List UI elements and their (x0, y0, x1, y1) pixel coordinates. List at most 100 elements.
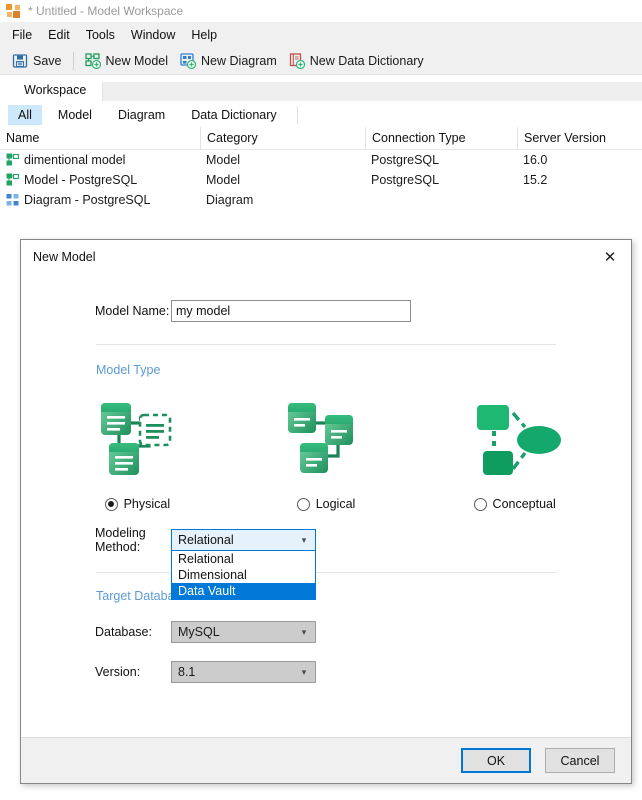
workspace-object-list: Name Category Connection Type Server Ver… (0, 127, 642, 210)
filter-tab-bar: All Model Diagram Data Dictionary (0, 102, 642, 127)
table-header-row: Name Category Connection Type Server Ver… (0, 127, 642, 150)
database-value: MySQL (178, 625, 220, 639)
filter-tab-separator (296, 105, 298, 124)
physical-model-icon (101, 403, 172, 475)
radio-label-logical: Logical (315, 497, 356, 511)
column-header-name[interactable]: Name (0, 127, 200, 149)
database-label: Database: (95, 625, 152, 639)
dialog-titlebar: New Model ✕ (21, 240, 631, 274)
menu-item-tools[interactable]: Tools (78, 25, 123, 45)
radio-conceptual[interactable] (473, 497, 487, 511)
cell-category: Model (206, 153, 241, 167)
tab-strip-filler (102, 82, 642, 102)
cell-server-version: 15.2 (523, 173, 548, 187)
chevron-down-icon: ▾ (301, 666, 307, 677)
floppy-disk-save-icon (12, 53, 28, 68)
model-node-icon (6, 173, 20, 186)
database-combobox[interactable]: MySQL ▾ (171, 621, 316, 643)
model-type-option-logical[interactable]: Logical (232, 391, 421, 511)
cell-connection-type: PostgreSQL (371, 173, 440, 187)
diagram-node-icon (6, 194, 19, 206)
model-node-icon (6, 153, 20, 166)
cell-connection-type (365, 190, 517, 210)
cell-name-text: Model - PostgreSQL (24, 173, 138, 187)
new-diagram-button[interactable]: New Diagram (174, 51, 283, 71)
new-model-dialog: New Model ✕ Model Name: my model Model T… (20, 239, 632, 784)
filter-tab-diagram[interactable]: Diagram (108, 105, 175, 125)
table-row[interactable]: Diagram - PostgreSQL Diagram (0, 190, 642, 210)
column-header-server-version[interactable]: Server Version (517, 127, 642, 149)
model-type-options: Physical Logical Conceptual (43, 391, 609, 511)
close-icon[interactable]: ✕ (599, 246, 621, 268)
version-label: Version: (95, 665, 141, 679)
menu-item-file[interactable]: File (4, 25, 40, 45)
logical-model-icon (288, 403, 353, 473)
dropdown-option-dimensional[interactable]: Dimensional (172, 567, 315, 583)
filter-tab-data-dictionary[interactable]: Data Dictionary (181, 105, 286, 125)
cell-name-text: dimentional model (24, 153, 126, 167)
new-model-button[interactable]: New Model (79, 51, 175, 71)
model-type-section-label: Model Type (96, 363, 161, 377)
cancel-button[interactable]: Cancel (545, 748, 615, 773)
menu-item-window[interactable]: Window (123, 25, 183, 45)
radio-physical[interactable] (104, 497, 118, 511)
radio-row-logical[interactable]: Logical (296, 497, 356, 511)
cell-server-version (517, 190, 642, 210)
divider-above-target-database (96, 572, 556, 573)
model-name-row: Model Name: my model (43, 300, 609, 322)
window-title: * Untitled - Model Workspace (28, 4, 184, 18)
modeling-method-label: Modeling Method: (95, 526, 146, 554)
model-type-option-physical[interactable]: Physical (43, 391, 232, 511)
column-header-connection-type[interactable]: Connection Type (365, 127, 517, 149)
model-name-label: Model Name: (95, 304, 170, 318)
modeling-method-value: Relational (178, 533, 234, 547)
cell-name: Diagram - PostgreSQL (0, 190, 200, 210)
new-data-dictionary-button-label: New Data Dictionary (309, 53, 424, 68)
save-button[interactable]: Save (6, 51, 68, 71)
save-button-label: Save (33, 53, 62, 68)
cell-name: Model - PostgreSQL (0, 170, 200, 190)
tab-workspace[interactable]: Workspace (8, 78, 103, 102)
modeling-method-dropdown-list[interactable]: Relational Dimensional Data Vault (171, 551, 316, 600)
model-type-option-conceptual[interactable]: Conceptual (420, 391, 609, 511)
version-combobox[interactable]: 8.1 ▾ (171, 661, 316, 683)
workspace-tab-strip: Workspace (0, 75, 642, 102)
radio-row-physical[interactable]: Physical (104, 497, 171, 511)
modeling-method-combobox-display[interactable]: Relational ▾ (171, 529, 316, 551)
column-header-category[interactable]: Category (200, 127, 365, 149)
radio-row-conceptual[interactable]: Conceptual (473, 497, 556, 511)
chevron-down-icon: ▾ (301, 534, 307, 545)
dropdown-option-data-vault[interactable]: Data Vault (172, 583, 315, 599)
dropdown-option-relational[interactable]: Relational (172, 551, 315, 567)
cell-category: Model (206, 173, 241, 187)
toolbar: Save New Model New Diagram New Data Dict… (0, 47, 642, 75)
new-data-dictionary-button[interactable]: New Data Dictionary (283, 51, 430, 71)
modeling-method-row: Modeling Method: Relational ▾ Relational… (43, 526, 609, 600)
toolbar-separator (72, 51, 74, 70)
new-data-dictionary-icon (289, 52, 305, 69)
dialog-title: New Model (33, 250, 96, 264)
dialog-footer: OK Cancel (21, 737, 631, 783)
model-name-input[interactable]: my model (171, 300, 411, 322)
new-diagram-icon (180, 52, 197, 69)
filter-tab-model[interactable]: Model (48, 105, 102, 125)
cell-name: dimentional model (0, 150, 200, 170)
radio-label-physical: Physical (123, 497, 171, 511)
new-model-icon (84, 52, 101, 69)
version-value: 8.1 (178, 665, 196, 679)
radio-logical[interactable] (296, 497, 310, 511)
menu-item-help[interactable]: Help (183, 25, 225, 45)
new-model-button-label: New Model (105, 53, 169, 68)
ok-button[interactable]: OK (461, 748, 531, 773)
modeling-method-combobox[interactable]: Relational ▾ Relational Dimensional Data… (171, 529, 316, 600)
filter-tab-all[interactable]: All (8, 104, 42, 125)
table-row[interactable]: Model - PostgreSQL Model PostgreSQL 15.2 (0, 170, 642, 190)
cell-connection-type: PostgreSQL (371, 153, 440, 167)
version-row: Version: 8.1 ▾ (43, 661, 609, 683)
dialog-body: Model Name: my model Model Type Physical… (21, 274, 631, 737)
menu-item-edit[interactable]: Edit (40, 25, 78, 45)
cell-name-text: Diagram - PostgreSQL (24, 193, 151, 207)
table-row[interactable]: dimentional model Model PostgreSQL 16.0 (0, 150, 642, 170)
cell-server-version: 16.0 (523, 153, 548, 167)
chevron-down-icon: ▾ (301, 626, 307, 637)
